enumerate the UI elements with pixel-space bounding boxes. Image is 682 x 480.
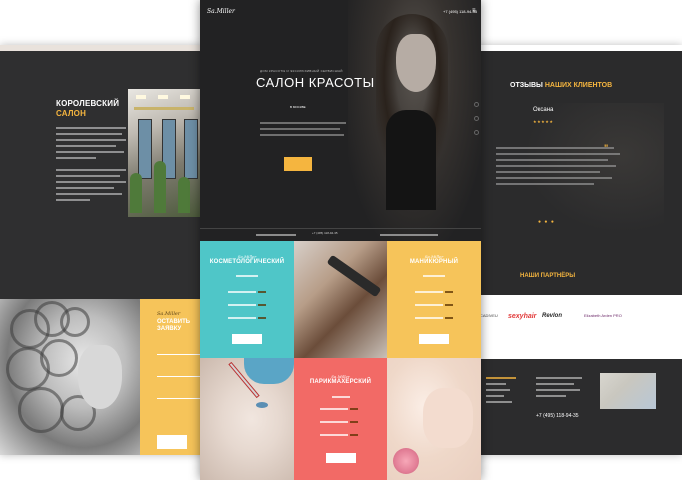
- hero-subtitle: ДОМ КРАСОТЫ И ЭКСКЛЮЗИВНЫЙ СЕРВИСНЫЙ: [260, 69, 343, 73]
- hero-location: В МОСКВЕ: [290, 105, 306, 109]
- reviews-title-accent: НАШИХ КЛИЕНТОВ: [544, 82, 613, 89]
- slider-dot-icon[interactable]: [474, 130, 479, 135]
- hero-info-bar: +7 (495) 118-94-35: [200, 228, 481, 241]
- request-form: Sa.Miller ОСТАВИТЬ ЗАЯВКУ: [140, 299, 205, 455]
- reviewer-name: Оксана: [533, 107, 554, 113]
- reviews-section: ОТЗЫВЫ НАШИХ КЛИЕНТОВ Оксана ★★★★★ " ● ●…: [476, 51, 682, 295]
- partner-logo-sexyhair: sexyhair: [508, 313, 537, 320]
- tile-cosmetology-button[interactable]: [232, 334, 262, 344]
- manicure-photo: [387, 358, 481, 480]
- tile-hairdressing-button[interactable]: [326, 453, 356, 463]
- menu-icon[interactable]: ≡: [472, 8, 476, 14]
- info-bar-phone[interactable]: +7 (495) 118-94-35: [312, 231, 338, 235]
- reviews-title: ОТЗЫВЫ НАШИХ КЛИЕНТОВ: [510, 82, 612, 89]
- hair-straightening-photo: [294, 241, 387, 358]
- cosmetology-injection-photo: [200, 358, 294, 480]
- reviews-title-main: ОТЗЫВЫ: [510, 82, 543, 89]
- footer-links: [486, 377, 520, 407]
- form-title: ОСТАВИТЬ ЗАЯВКУ: [157, 319, 191, 332]
- hero-title: САЛОН КРАСОТЫ: [256, 75, 375, 90]
- tile-manicure[interactable]: Sa.Miller МАНИКЮРНЫЙ: [387, 241, 481, 358]
- footer-map[interactable]: [600, 373, 656, 409]
- partner-logo-revlon: Revlon: [542, 313, 563, 319]
- tile-title-hairdressing: ПАРИКМАХЕРСКИЙ: [309, 379, 372, 385]
- curly-hair-woman-photo: [0, 299, 140, 455]
- royal-salon-section: КОРОЛЕВСКИЙ САЛОН: [0, 51, 205, 299]
- royal-paragraph-placeholder: [56, 127, 130, 201]
- salon-interior-photo: [128, 89, 205, 217]
- hero-section: Sa.Miller +7 (495) 118-94-35 ≡ ДОМ КРАСО…: [200, 0, 481, 241]
- tile-title-manicure: МАНИКЮРНЫЙ: [409, 259, 459, 265]
- review-stars: ★★★★★: [533, 119, 554, 124]
- review-slider-dots[interactable]: ● ● ●: [538, 219, 555, 225]
- form-name-field[interactable]: [157, 345, 203, 355]
- form-time-field[interactable]: [157, 389, 203, 399]
- slider-dot-icon[interactable]: [474, 116, 479, 121]
- royal-title-main: КОРОЛЕВСКИЙ: [56, 99, 120, 108]
- tile-title-cosmetology: КОСМЕТОЛОГИЧЕСКИЙ: [209, 259, 285, 265]
- slider-dot-icon[interactable]: [474, 102, 479, 107]
- mockup-stage: КОРОЛЕВСКИЙ САЛОН Sa.Miller ОСТАВИТЬ ЗАЯ…: [0, 0, 682, 480]
- form-logo: Sa.Miller: [157, 311, 181, 317]
- partner-logo-cadiveu: CADIVEU: [480, 313, 498, 318]
- left-page-preview: КОРОЛЕВСКИЙ САЛОН Sa.Miller ОСТАВИТЬ ЗАЯ…: [0, 45, 205, 455]
- royal-salon-text: КОРОЛЕВСКИЙ САЛОН: [56, 99, 130, 205]
- right-page-preview: ОТЗЫВЫ НАШИХ КЛИЕНТОВ Оксана ★★★★★ " ● ●…: [476, 45, 682, 455]
- review-text-placeholder: [496, 147, 642, 189]
- site-footer: +7 (495) 118-94-35: [476, 359, 682, 455]
- tile-hairdressing[interactable]: Sa.Miller ПАРИКМАХЕРСКИЙ: [294, 358, 387, 480]
- partners-title: НАШИ ПАРТНЁРЫ: [520, 273, 576, 279]
- main-page-preview: Sa.Miller +7 (495) 118-94-35 ≡ ДОМ КРАСО…: [200, 0, 481, 480]
- form-phone-field[interactable]: [157, 367, 203, 377]
- royal-title-accent: САЛОН: [56, 109, 87, 118]
- site-logo[interactable]: Sa.Miller: [207, 8, 235, 15]
- form-submit-button[interactable]: [157, 435, 187, 449]
- footer-phone[interactable]: +7 (495) 118-94-35: [536, 413, 579, 419]
- tile-cosmetology[interactable]: Sa.Miller КОСМЕТОЛОГИЧЕСКИЙ: [200, 241, 294, 358]
- partners-strip: [476, 295, 682, 359]
- tile-manicure-button[interactable]: [419, 334, 449, 344]
- partner-logo-elizabeth-arden: Elizabeth Arden PRO: [584, 313, 622, 318]
- footer-address: [536, 377, 586, 401]
- hero-cta-button[interactable]: [284, 157, 312, 171]
- hero-description-placeholder: [260, 122, 350, 140]
- royal-salon-title: КОРОЛЕВСКИЙ САЛОН: [56, 99, 130, 119]
